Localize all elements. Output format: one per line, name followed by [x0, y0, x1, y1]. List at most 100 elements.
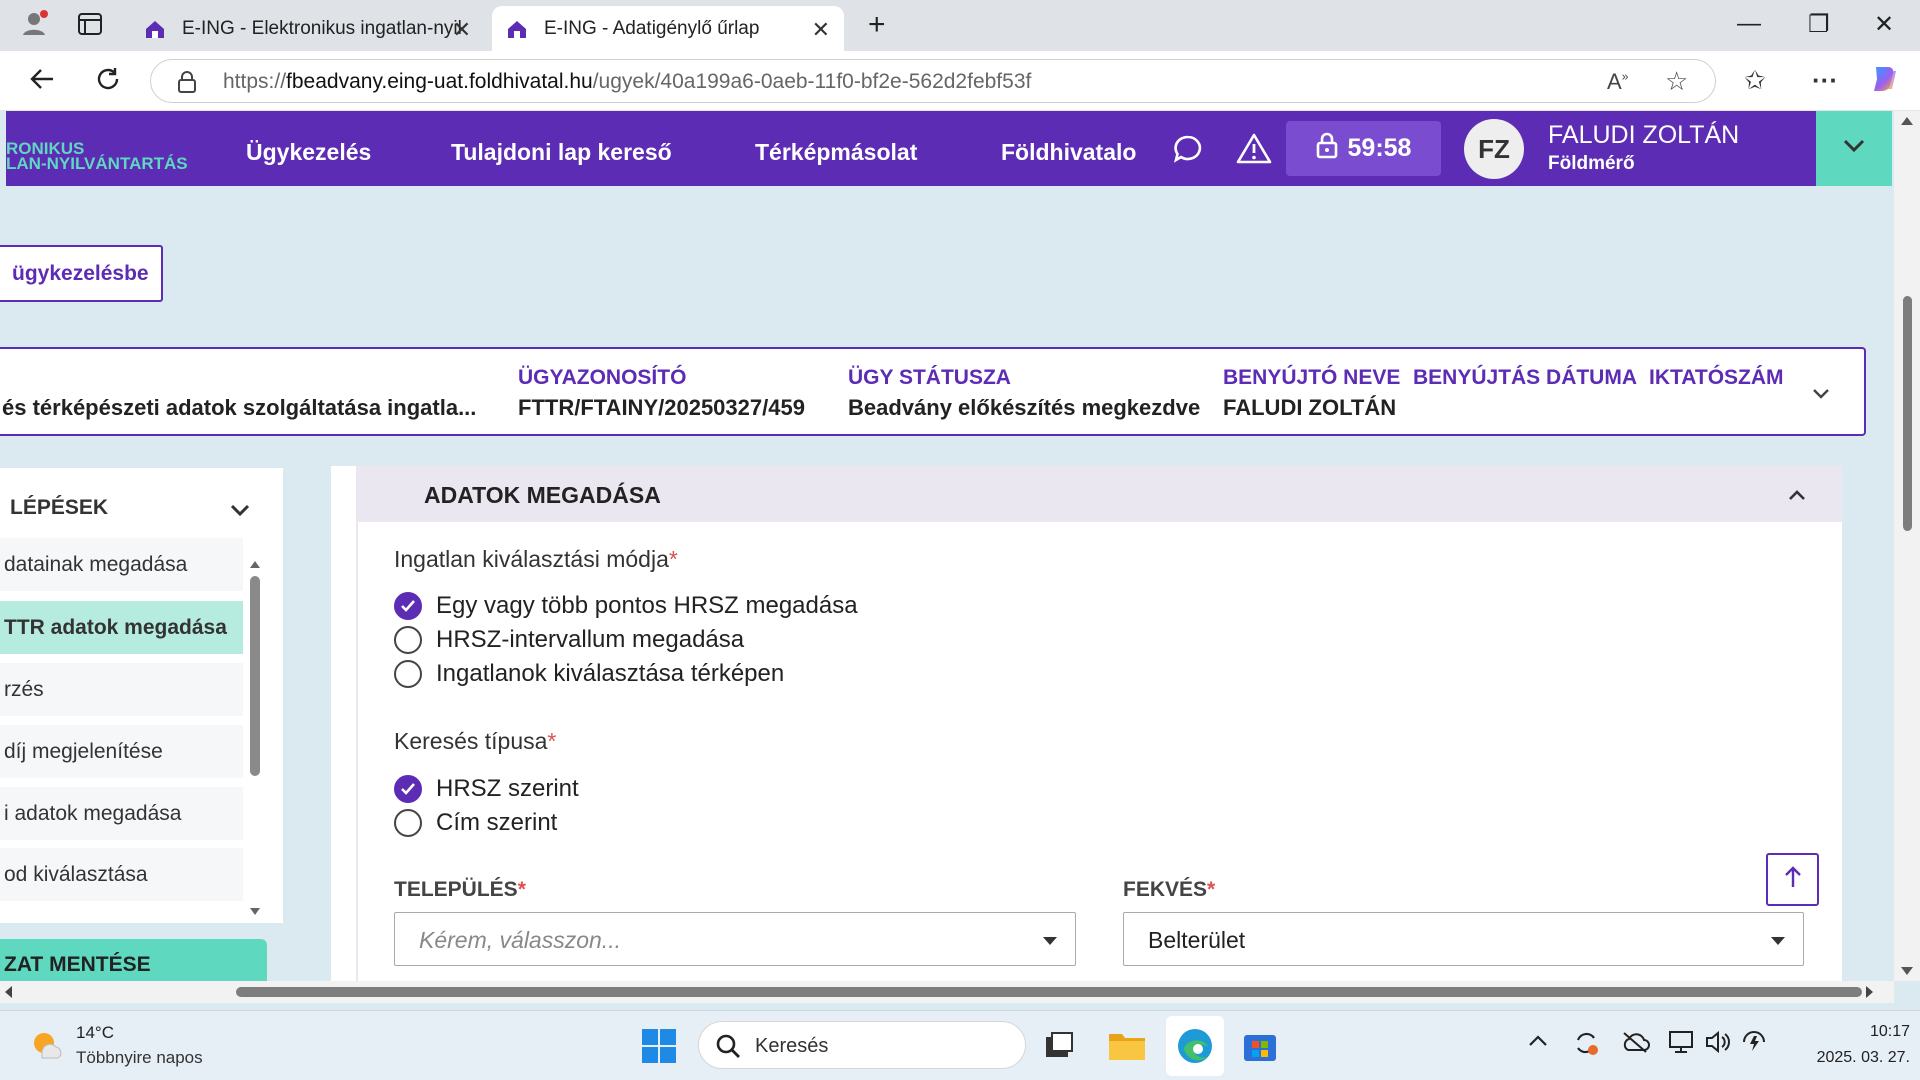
location-value: Belterület: [1148, 927, 1246, 953]
step-item-active[interactable]: TTR adatok megadása: [0, 601, 243, 654]
tab-actions-icon[interactable]: [78, 13, 102, 40]
menu-tulajdoni-lap-kereso[interactable]: Tulajdoni lap kereső: [451, 139, 672, 166]
chevron-down-icon[interactable]: [1812, 387, 1830, 405]
session-timer[interactable]: 59:58: [1286, 121, 1441, 176]
filing-number-label: IKTATÓSZÁM: [1649, 366, 1784, 389]
search-type-label: Keresés típusa*: [394, 728, 557, 754]
radio-label: HRSZ-intervallum megadása: [436, 626, 745, 653]
new-tab-icon[interactable]: +: [868, 8, 886, 42]
task-view-icon[interactable]: [1044, 1031, 1074, 1064]
steps-scrollbar[interactable]: [249, 558, 261, 918]
system-clock-date[interactable]: 2025. 03. 27.: [1790, 1049, 1910, 1067]
step-item[interactable]: od kiválasztása: [0, 848, 243, 901]
menu-terkepmasolat[interactable]: Térképmásolat: [755, 139, 917, 166]
more-menu-icon[interactable]: ···: [1812, 65, 1838, 96]
radio-hrsz-interval[interactable]: HRSZ-intervallum megadása: [394, 626, 744, 654]
radio-by-address[interactable]: Cím szerint: [394, 809, 557, 837]
radio-by-hrsz[interactable]: HRSZ szerint: [394, 775, 579, 803]
scroll-to-top-button[interactable]: [1766, 853, 1819, 906]
network-icon[interactable]: [1668, 1029, 1694, 1060]
taskbar-search-box[interactable]: Keresés: [698, 1021, 1026, 1069]
steps-panel: LÉPÉSEK datainak megadása TTR adatok meg…: [0, 468, 283, 923]
sync-icon[interactable]: [1572, 1029, 1600, 1062]
menu-ugykezeles[interactable]: Ügykezelés: [246, 139, 371, 166]
tab-title: E-ING - Elektronikus ingatlan-nyil: [182, 17, 462, 39]
dropdown-caret-icon: [1771, 937, 1785, 945]
lock-icon: [1316, 131, 1338, 166]
volume-icon[interactable]: [1704, 1030, 1732, 1059]
radio-exact-hrsz[interactable]: Egy vagy több pontos HRSZ megadása: [394, 592, 858, 620]
page-horizontal-scrollbar[interactable]: [0, 981, 1894, 1003]
chevron-up-icon[interactable]: [1788, 488, 1806, 506]
section-title: ADATOK MEGADÁSA: [424, 482, 661, 508]
warning-icon[interactable]: [1236, 132, 1272, 169]
weather-sun-icon[interactable]: [30, 1028, 64, 1067]
radio-label: Cím szerint: [436, 809, 558, 836]
back-arrow-icon[interactable]: [28, 65, 56, 100]
step-label: rzés: [4, 677, 44, 701]
microsoft-store-icon[interactable]: [1242, 1029, 1278, 1068]
brand-logo-text[interactable]: RONIKUS LAN-NYILVÁNTARTÁS: [6, 140, 188, 172]
chat-icon[interactable]: [1172, 133, 1204, 170]
chevron-down-icon[interactable]: [230, 504, 250, 523]
favorite-star-icon[interactable]: ☆: [1665, 66, 1688, 97]
step-label: díj megjelenítése: [4, 739, 163, 763]
battery-charging-icon[interactable]: [1740, 1028, 1768, 1061]
house-icon: [144, 18, 166, 40]
radio-select-on-map[interactable]: Ingatlanok kiválasztása térképen: [394, 660, 784, 688]
radio-checked-icon: [394, 775, 422, 803]
onedrive-cloud-icon[interactable]: [1620, 1031, 1650, 1058]
search-placeholder: Keresés: [755, 1035, 829, 1057]
step-item[interactable]: díj megjelenítése: [0, 725, 243, 778]
arrow-up-icon: [1783, 865, 1803, 894]
app-header: RONIKUS LAN-NYILVÁNTARTÁS Ügykezelés Tul…: [6, 111, 1816, 186]
system-clock-time[interactable]: 10:17: [1790, 1023, 1910, 1041]
location-select[interactable]: Belterület: [1123, 912, 1804, 966]
section-header[interactable]: ADATOK MEGADÁSA: [356, 466, 1842, 522]
radio-empty-icon: [394, 660, 422, 688]
page-vertical-scrollbar[interactable]: [1894, 111, 1920, 981]
step-item[interactable]: datainak megadása: [0, 538, 243, 591]
close-tab-icon[interactable]: ✕: [812, 17, 830, 43]
favorites-icon[interactable]: ✩: [1744, 65, 1766, 96]
settlement-select[interactable]: Kérem, válasszon...: [394, 912, 1076, 966]
user-menu-toggle[interactable]: [1816, 111, 1892, 186]
address-bar[interactable]: https://fbeadvany.eing-uat.foldhivatal.h…: [150, 59, 1716, 103]
minimize-icon[interactable]: —: [1737, 10, 1761, 38]
read-aloud-icon[interactable]: A»: [1607, 69, 1628, 95]
step-label: i adatok megadása: [4, 801, 182, 825]
menu-foldhivatalok[interactable]: Földhivatalo: [1001, 139, 1136, 166]
case-info-bar: és térképészeti adatok szolgáltatása ing…: [0, 347, 1866, 436]
location-label: FEKVÉS*: [1123, 878, 1216, 901]
browser-toolbar: https://fbeadvany.eing-uat.foldhivatal.h…: [0, 51, 1920, 111]
copilot-icon[interactable]: [1870, 63, 1902, 102]
close-window-icon[interactable]: ✕: [1874, 10, 1894, 39]
case-id-label: ÜGYAZONOSÍTÓ: [518, 366, 687, 389]
restore-icon[interactable]: ❐: [1808, 10, 1830, 39]
step-item[interactable]: rzés: [0, 663, 243, 716]
submitter-name-label: BENYÚJTÓ NEVE: [1223, 366, 1401, 389]
radio-label: Ingatlanok kiválasztása térképen: [436, 660, 785, 687]
settlement-placeholder: Kérem, válasszon...: [419, 927, 621, 953]
start-windows-icon[interactable]: [641, 1028, 677, 1069]
step-label: datainak megadása: [4, 552, 188, 576]
submission-date-label: BENYÚJTÁS DÁTUMA: [1413, 366, 1638, 389]
profile-icon[interactable]: [20, 8, 50, 43]
tab-title: E-ING - Adatigénylő űrlap: [544, 17, 760, 39]
refresh-icon[interactable]: [94, 65, 122, 100]
close-tab-icon[interactable]: ✕: [453, 17, 471, 43]
lock-icon[interactable]: [177, 70, 197, 99]
browser-tab-2[interactable]: E-ING - Adatigénylő űrlap ✕: [492, 6, 844, 51]
radio-checked-icon: [394, 592, 422, 620]
browser-tab-1[interactable]: E-ING - Elektronikus ingatlan-nyil ✕: [130, 6, 485, 51]
user-role: Földmérő: [1548, 153, 1635, 174]
browser-tab-strip: E-ING - Elektronikus ingatlan-nyil ✕ E-I…: [0, 0, 1920, 51]
file-explorer-icon[interactable]: [1108, 1029, 1146, 1066]
radio-empty-icon: [394, 809, 422, 837]
avatar[interactable]: FZ: [1464, 119, 1524, 179]
step-item[interactable]: i adatok megadása: [0, 787, 243, 840]
show-hidden-icons-icon[interactable]: [1528, 1033, 1548, 1052]
windows-taskbar: 14°C Többnyire napos Keresés 10:17 2025.…: [0, 1010, 1920, 1080]
edge-browser-icon[interactable]: [1166, 1016, 1224, 1076]
back-to-case-management-button[interactable]: ügykezelésbe: [0, 245, 163, 302]
